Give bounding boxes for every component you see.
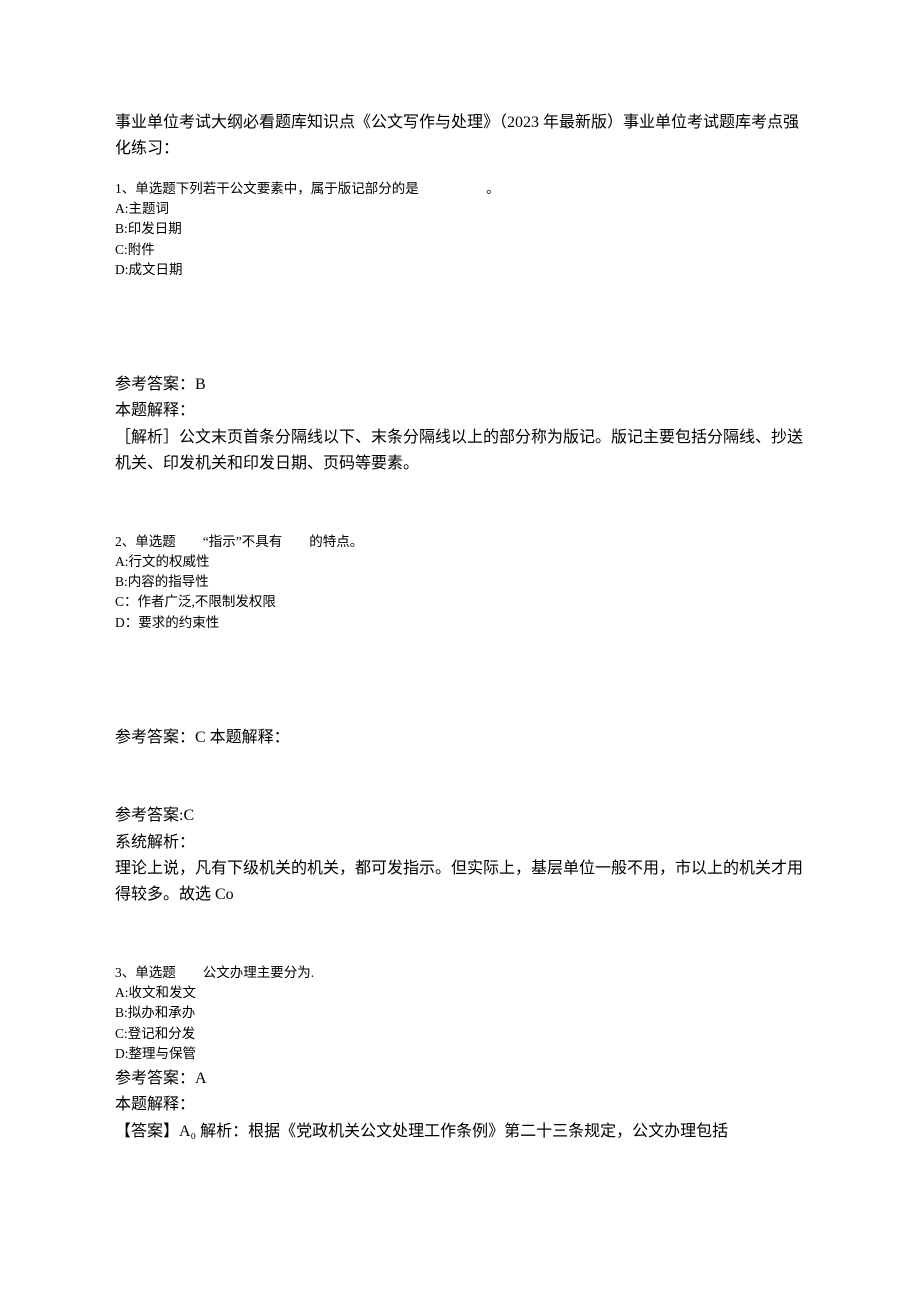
spacer — [115, 280, 805, 370]
spacer — [115, 751, 805, 801]
spacer — [115, 633, 805, 723]
q3-option-d: D:整理与保管 — [115, 1044, 805, 1064]
q2-explain-label: 系统解析： — [115, 830, 805, 856]
q1-stem: 1、单选题下列若干公文要素中，属于版记部分的是 。 — [115, 179, 805, 199]
q3-explain-label: 本题解释： — [115, 1092, 805, 1118]
q2-option-c: C：作者广泛,不限制发权限 — [115, 592, 805, 612]
q1-answer: 参考答案：B — [115, 372, 805, 398]
q2-option-a: A:行文的权威性 — [115, 552, 805, 572]
q2-explain-body: 理论上说，凡有下级机关的机关，都可发指示。但实际上，基层单位一般不用，市以上的机… — [115, 856, 805, 909]
q1-explain-label: 本题解释： — [115, 398, 805, 424]
q2-option-b: B:内容的指导性 — [115, 572, 805, 592]
spacer — [115, 909, 805, 959]
q2-option-d: D：要求的约束性 — [115, 613, 805, 633]
intro-text: 事业单位考试大纲必看题库知识点《公文写作与处理》（2023 年最新版）事业单位考… — [115, 110, 805, 163]
q1-option-b: B:印发日期 — [115, 219, 805, 239]
q3-explain-body: 【答案】A₀ 解析：根据《党政机关公文处理工作条例》第二十三条规定，公文办理包括 — [115, 1119, 805, 1145]
q3-stem: 3、单选题 公文办理主要分为. — [115, 963, 805, 983]
q2-answer2: 参考答案:C — [115, 803, 805, 829]
q3-option-a: A:收文和发文 — [115, 983, 805, 1003]
q1-option-d: D:成文日期 — [115, 260, 805, 280]
q3-option-b: B:拟办和承办 — [115, 1003, 805, 1023]
q2-answer: 参考答案：C 本题解释： — [115, 725, 805, 751]
q1-option-a: A:主题词 — [115, 199, 805, 219]
q1-option-c: C:附件 — [115, 240, 805, 260]
document-page: 事业单位考试大纲必看题库知识点《公文写作与处理》（2023 年最新版）事业单位考… — [0, 0, 920, 1205]
q1-explain-body: ［解析］公文末页首条分隔线以下、末条分隔线以上的部分称为版记。版记主要包括分隔线… — [115, 425, 805, 478]
q2-stem: 2、单选题 “指示”不具有 的特点。 — [115, 532, 805, 552]
spacer — [115, 478, 805, 528]
q3-option-c: C:登记和分发 — [115, 1024, 805, 1044]
q3-answer: 参考答案：A — [115, 1066, 805, 1092]
